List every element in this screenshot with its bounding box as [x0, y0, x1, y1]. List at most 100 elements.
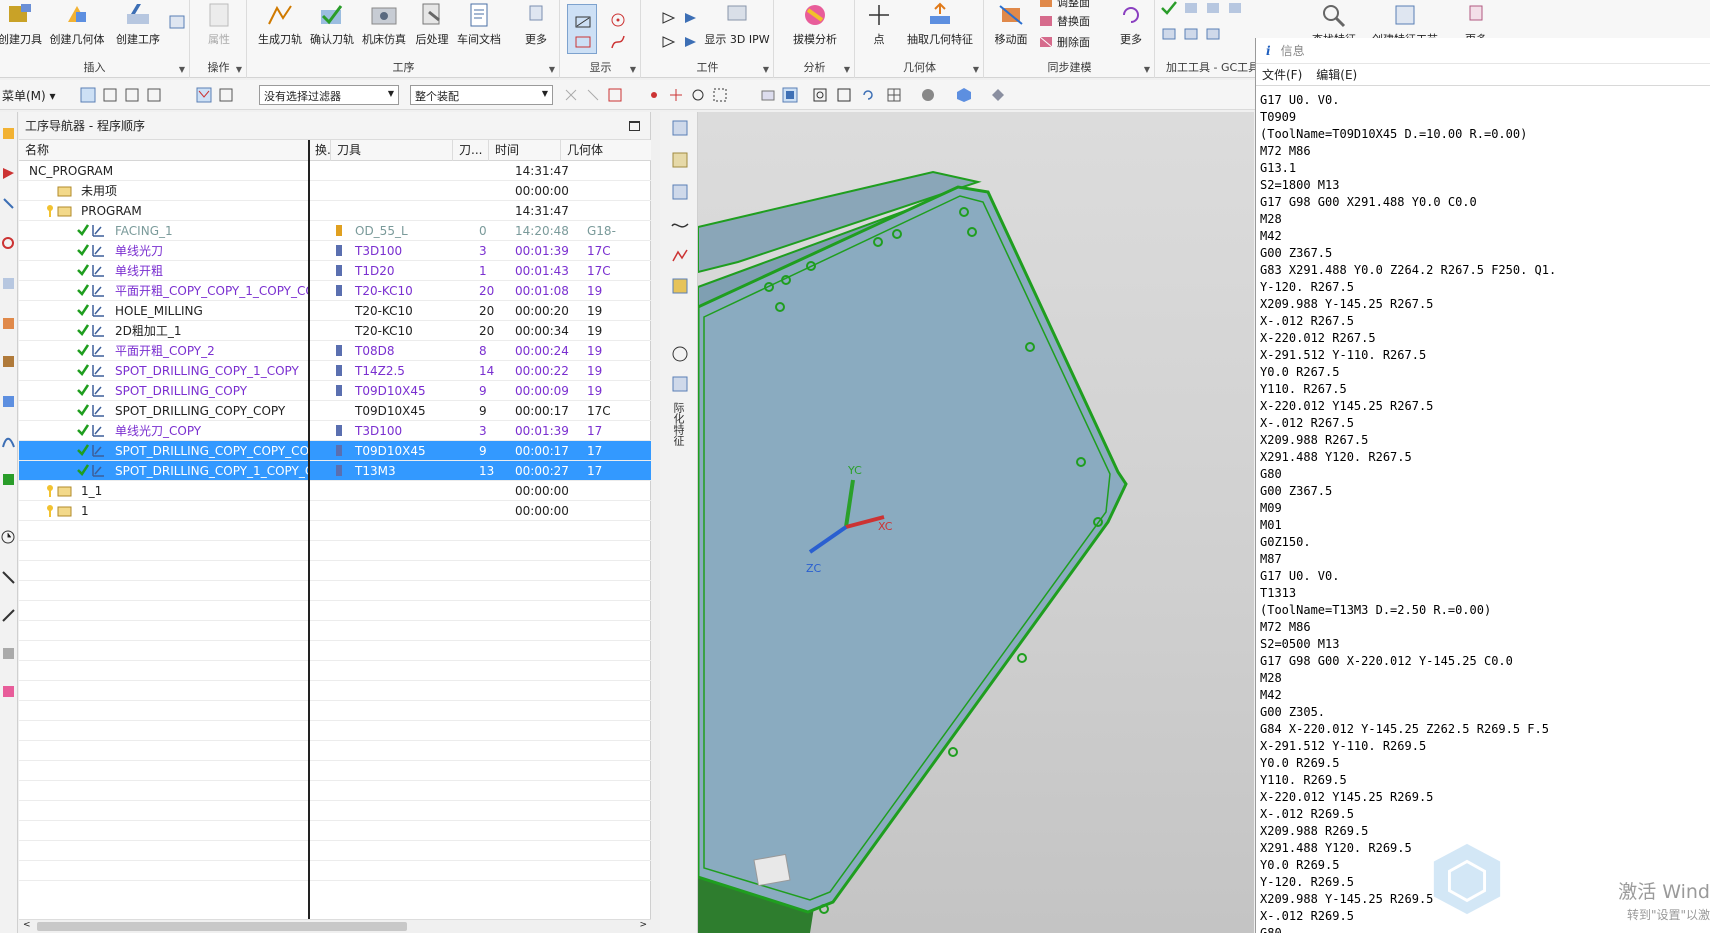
view-orient-icon[interactable]: [886, 87, 902, 103]
column-tool-number[interactable]: 刀...: [453, 140, 489, 161]
shop-docs-button[interactable]: 车间文档: [454, 0, 504, 47]
operation-row[interactable]: 单线光刀_COPY T3D100 3 00:01:39 17: [19, 421, 651, 441]
chevron-down-icon[interactable]: ▼: [179, 65, 185, 74]
scroll-left-icon[interactable]: <: [23, 920, 31, 930]
workpiece-play-icon[interactable]: [660, 10, 678, 26]
column-tool-change[interactable]: 换...: [309, 140, 331, 161]
scroll-right-icon[interactable]: >: [639, 920, 647, 930]
operation-row[interactable]: 1 00:00:00: [19, 501, 651, 521]
chevron-down-icon[interactable]: ▼: [236, 65, 242, 74]
machine-simulation-button[interactable]: 机床仿真: [360, 0, 408, 47]
column-tool[interactable]: 刀具: [331, 140, 453, 161]
chevron-down-icon[interactable]: ▼: [844, 65, 850, 74]
delete-face-icon[interactable]: [1037, 34, 1055, 50]
create-geometry-button[interactable]: 创建几何体: [46, 0, 108, 47]
resource-9-icon[interactable]: [1, 434, 16, 449]
operation-row[interactable]: SPOT_DRILLING_COPY_COPY T09D10X45 9 00:00:1…: [19, 401, 651, 421]
operation-row[interactable]: SPOT_DRILLING_COPY_1_COPY T14Z2.5 14 00:00:…: [19, 361, 651, 381]
shading-icon[interactable]: [920, 87, 936, 103]
operation-row[interactable]: 单线光刀 T3D100 3 00:01:39 17C: [19, 241, 651, 261]
side-tool-2-icon[interactable]: [670, 150, 690, 170]
resource-6-icon[interactable]: [1, 316, 16, 331]
resource-1-icon[interactable]: [1, 126, 16, 141]
maximize-icon[interactable]: [629, 121, 640, 131]
chevron-down-icon[interactable]: ▼: [549, 65, 555, 74]
nc-code-text[interactable]: G17 U0. V0. T0909 (ToolName=T09D10X45 D.=1…: [1256, 90, 1710, 933]
side-tool-3-icon[interactable]: [670, 182, 690, 202]
delete-face-label[interactable]: 删除面: [1057, 34, 1090, 50]
target-icon[interactable]: [609, 12, 627, 28]
operation-row[interactable]: SPOT_DRILLING_COPY T09D10X45 9 00:00:09 19: [19, 381, 651, 401]
workpiece-play3-icon[interactable]: [660, 34, 678, 50]
snap-3-icon[interactable]: [607, 87, 623, 103]
menu-edit[interactable]: 编辑(E): [1316, 68, 1357, 82]
select-2-icon[interactable]: [102, 87, 118, 103]
part-model[interactable]: YC XC ZC: [698, 112, 1254, 933]
section-view-icon[interactable]: [990, 87, 1006, 103]
wave-icon[interactable]: [670, 216, 690, 236]
create-tool-button[interactable]: 创建刀具: [0, 0, 44, 47]
column-divider[interactable]: [308, 140, 310, 933]
display-path2-icon[interactable]: [574, 34, 592, 50]
operation-row[interactable]: 平面开粗_COPY_COPY_1_COPY_COP... T20-KC10 20 00…: [19, 281, 651, 301]
clock-icon[interactable]: [1, 530, 16, 545]
select-3-icon[interactable]: [124, 87, 140, 103]
resource-13-icon[interactable]: [1, 608, 16, 623]
resource-14-icon[interactable]: [1, 646, 16, 661]
operation-row[interactable]: 未用项 00:00:00: [19, 181, 651, 201]
replace-face-label[interactable]: 替换面: [1057, 13, 1090, 29]
side-tool-1-icon[interactable]: [670, 118, 690, 138]
operation-row[interactable]: 平面开粗_COPY_2 T08D8 8 00:00:24 19: [19, 341, 651, 361]
create-operation-button[interactable]: 创建工序: [110, 0, 166, 47]
point-button[interactable]: 点: [864, 0, 894, 47]
resource-15-icon[interactable]: [1, 684, 16, 699]
resource-10-icon[interactable]: [1, 472, 16, 487]
side-tool-6-icon[interactable]: [670, 276, 690, 296]
show-3d-ipw-button[interactable]: 显示 3D IPW: [704, 0, 770, 47]
chevron-down-icon[interactable]: ▼: [1144, 65, 1150, 74]
tool-small-1-icon[interactable]: [1182, 0, 1200, 16]
graphics-viewport[interactable]: YC XC ZC: [698, 112, 1254, 933]
generate-toolpath-button[interactable]: 生成刀轨: [256, 0, 304, 47]
filter-2-icon[interactable]: [218, 87, 234, 103]
snap-4-icon[interactable]: [646, 87, 662, 103]
move-face-button[interactable]: 移动面: [991, 0, 1031, 47]
graph-icon[interactable]: [670, 246, 690, 266]
adjust-face-icon[interactable]: [1037, 0, 1055, 10]
check-icon[interactable]: [1160, 0, 1178, 16]
snap-7-icon[interactable]: [712, 87, 728, 103]
resource-8-icon[interactable]: [1, 394, 16, 409]
tool-small-5-icon[interactable]: [1182, 26, 1200, 42]
menu-file[interactable]: 文件(F): [1262, 68, 1302, 82]
tool-small-6-icon[interactable]: [1204, 26, 1222, 42]
resource-2-icon[interactable]: [1, 166, 16, 181]
snap-1-icon[interactable]: [563, 87, 579, 103]
more-process-button[interactable]: 更多: [518, 0, 554, 47]
operation-row[interactable]: 1_1 00:00:00: [19, 481, 651, 501]
snap-2-icon[interactable]: [585, 87, 601, 103]
chevron-down-icon[interactable]: ▼: [630, 65, 636, 74]
more-sync-button[interactable]: 更多: [1113, 0, 1149, 47]
curve-icon[interactable]: [609, 34, 627, 50]
column-time[interactable]: 时间: [489, 140, 561, 161]
operation-row[interactable]: PROGRAM 14:31:47: [19, 201, 651, 221]
postprocess-button[interactable]: 后处理: [412, 0, 452, 47]
operation-row[interactable]: SPOT_DRILLING_COPY_COPY_COPY T09D10X45 9 00…: [19, 441, 651, 461]
draft-analysis-button[interactable]: 拔模分析: [785, 0, 845, 47]
scrollbar-thumb[interactable]: [37, 922, 407, 931]
operation-row[interactable]: 单线开粗 T1D20 1 00:01:43 17C: [19, 261, 651, 281]
side-tool-8-icon[interactable]: [670, 374, 690, 394]
extra-insert-icon[interactable]: [168, 14, 186, 30]
select-icon[interactable]: [80, 87, 96, 103]
render-2-icon[interactable]: [782, 87, 798, 103]
circle-icon[interactable]: [670, 344, 690, 364]
chevron-down-icon[interactable]: ▼: [763, 65, 769, 74]
resource-3-icon[interactable]: [1, 196, 16, 211]
horizontal-scrollbar[interactable]: < >: [19, 919, 651, 933]
filter-icon[interactable]: [196, 87, 212, 103]
tool-small-2-icon[interactable]: [1204, 0, 1222, 16]
operation-row[interactable]: HOLE_MILLING T20-KC10 20 00:00:20 19: [19, 301, 651, 321]
column-name[interactable]: 名称: [19, 140, 309, 161]
render-1-icon[interactable]: [760, 87, 776, 103]
workpiece-play2-icon[interactable]: [682, 10, 700, 26]
